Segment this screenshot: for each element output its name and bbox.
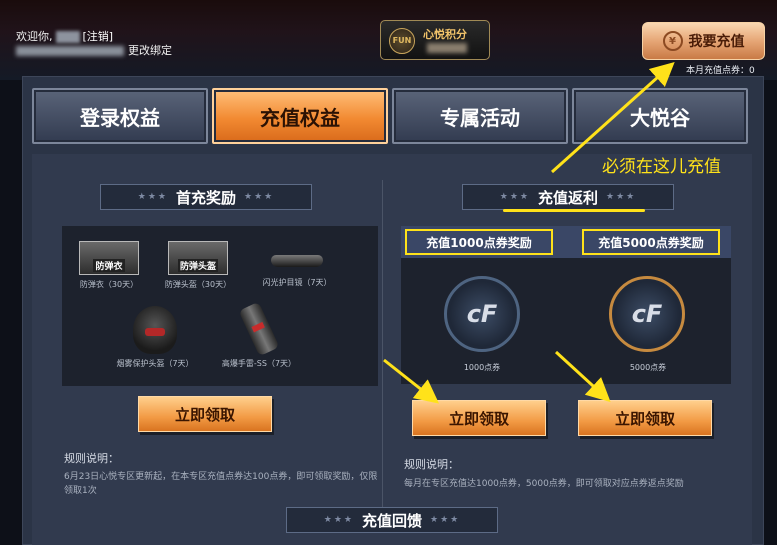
column-divider <box>382 180 383 520</box>
month-recharge-text: 本月充值点券：0 <box>686 66 755 76</box>
grenade-image <box>238 301 280 357</box>
tier1-coupon: 1000点券 <box>463 363 501 372</box>
vest-tag: 防弹衣 <box>93 259 125 272</box>
tier1-claim-button[interactable]: 立即领取 <box>412 400 546 436</box>
cf-logo-icon: cF <box>609 276 685 352</box>
annotation-underline <box>503 209 645 212</box>
tab-login-benefits[interactable]: 登录权益 <box>32 88 208 144</box>
rebate-title: ★★★ 充值返利 ★★★ <box>462 184 674 210</box>
reward-item-label: 防弹衣（30天） <box>79 280 139 289</box>
reward-item: 闪光护目镜（7天） <box>255 241 339 288</box>
stars-decoration: ★★★ <box>606 192 637 202</box>
tier1-title: 充值1000点券奖励 <box>405 229 553 255</box>
annotation-text: 必须在这儿充值 <box>602 157 721 177</box>
rebate-rules-label: 规则说明： <box>404 458 459 471</box>
fun-logo-icon: FUN <box>389 28 415 54</box>
reward-item-label: 高爆手雷-SS（7天） <box>221 359 297 368</box>
stars-decoration: ★★★ <box>137 192 168 202</box>
points-box: FUN 心悦积分 <box>380 20 490 60</box>
tab-exclusive-events[interactable]: 专属活动 <box>392 88 568 144</box>
points-label: 心悦积分 <box>423 28 467 41</box>
coin-icon: ¥ <box>662 31 683 51</box>
rebate-title-text: 充值返利 <box>537 188 598 207</box>
cf-logo-icon: cF <box>444 276 520 352</box>
first-recharge-title-text: 首充奖励 <box>175 188 236 207</box>
reward-item: 防弹衣 防弹衣（30天） <box>74 241 144 290</box>
stars-decoration: ★★★ <box>430 515 461 525</box>
recharge-button[interactable]: ¥ 我要充值 <box>642 22 765 60</box>
reward-item-label: 烟雾保护头盔（7天） <box>116 359 194 368</box>
feedback-title-text: 充值回馈 <box>361 511 422 530</box>
tab-recharge-benefits[interactable]: 充值权益 <box>212 88 388 144</box>
vest-image: 防弹衣 <box>79 241 139 275</box>
goggles-image <box>267 249 327 273</box>
points-value-blur <box>427 43 467 53</box>
smoke-helmet-image <box>133 306 177 354</box>
binding-line: 更改绑定 <box>16 42 172 58</box>
first-recharge-rules-label: 规则说明： <box>64 452 119 465</box>
tier2-title: 充值5000点券奖励 <box>582 229 720 255</box>
reward-item: 高爆手雷-SS（7天） <box>214 301 304 369</box>
reward-item-label: 防弹头盔（30天） <box>164 280 232 289</box>
rebate-rules-text: 每月在专区充值达1000点券，5000点券，即可领取对应点券返点奖励 <box>404 479 684 489</box>
first-recharge-claim-button[interactable]: 立即领取 <box>138 396 272 432</box>
feedback-title: ★★★ 充值回馈 ★★★ <box>286 507 498 533</box>
tier2-coupon: 5000点券 <box>629 363 667 372</box>
change-binding-link[interactable]: 更改绑定 <box>128 44 172 57</box>
tier2-claim-button[interactable]: 立即领取 <box>578 400 712 436</box>
helmet-image: 防弹头盔 <box>168 241 228 275</box>
reward-item: 防弹头盔 防弹头盔（30天） <box>160 241 236 290</box>
tab-dayuegu[interactable]: 大悦谷 <box>572 88 748 144</box>
first-recharge-rules-text: 6月23日心悦专区更新起，在本专区充值点券达100点券，即可领取奖励，仅限领取1… <box>64 472 378 496</box>
account-blur <box>16 46 124 56</box>
stars-decoration: ★★★ <box>323 515 354 525</box>
stars-decoration: ★★★ <box>499 192 530 202</box>
tab-bar: 登录权益 充值权益 专属活动 大悦谷 <box>32 88 752 144</box>
helmet-tag: 防弹头盔 <box>177 259 218 272</box>
reward-item-label: 闪光护目镜（7天） <box>262 278 332 287</box>
recharge-button-label: 我要充值 <box>688 34 745 50</box>
reward-item: 烟雾保护头盔（7天） <box>110 306 200 369</box>
stars-decoration: ★★★ <box>244 192 275 202</box>
first-recharge-title: ★★★ 首充奖励 ★★★ <box>100 184 312 210</box>
